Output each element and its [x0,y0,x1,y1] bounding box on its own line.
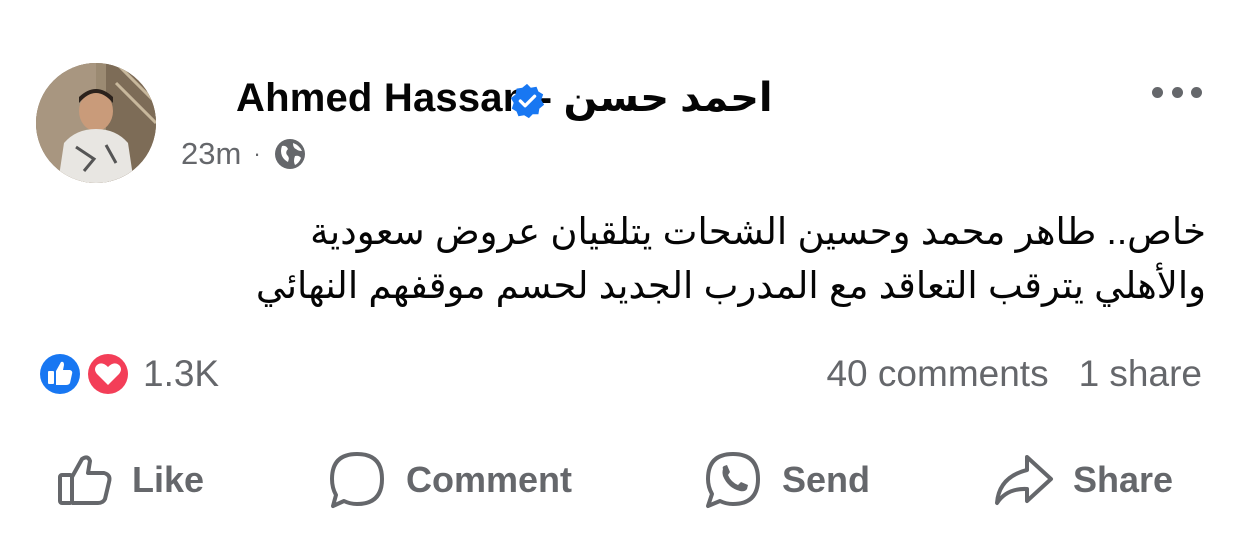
post-text-line: والأهلي يترقب التعاقد مع المدرب الجديد ل… [255,265,1206,306]
meta-separator: · [253,141,261,166]
send-button[interactable]: Send [702,445,870,515]
comment-label: Comment [406,459,573,500]
comments-count[interactable]: 40 comments [826,352,1048,396]
love-reaction-icon [85,351,131,397]
author-name-text: Ahmed Hassan - احمد حسن [236,76,773,120]
dot-icon [1191,86,1202,98]
like-reaction-icon [37,351,83,397]
comment-bubble-icon [330,452,384,508]
like-button[interactable]: Like [56,445,204,515]
author-name[interactable]: Ahmed Hassan - احمد حسن [236,74,773,122]
send-label: Send [782,459,871,500]
whatsapp-icon [706,452,760,508]
post-timestamp[interactable]: 23m [181,136,241,172]
shares-count[interactable]: 1 share [1079,352,1202,396]
reaction-icons[interactable] [36,350,136,398]
share-label: Share [1073,459,1174,500]
dot-icon [1152,86,1163,98]
dot-icon [1171,86,1183,98]
post-text-line: خاص.. طاهر محمد وحسين الشحات يتلقيان عرو… [310,211,1206,252]
share-button[interactable]: Share [993,445,1173,515]
globe-icon [274,139,305,169]
post-body: خاص.. طاهر محمد وحسين الشحات يتلقيان عرو… [60,205,1206,313]
post-meta: 23m · [181,134,307,174]
avatar-photo [36,63,156,183]
post-stats: 40 comments 1 share [826,352,1202,396]
more-options-button[interactable] [1152,80,1202,104]
like-label: Like [132,459,205,500]
action-bar: Like Comment Send Share [0,445,1242,515]
verified-badge-icon [510,83,545,119]
comment-button[interactable]: Comment [326,445,572,515]
thumbs-up-icon [58,455,112,505]
share-arrow-icon [995,455,1053,505]
reaction-count[interactable]: 1.3K [143,352,219,396]
author-avatar[interactable] [36,63,156,183]
